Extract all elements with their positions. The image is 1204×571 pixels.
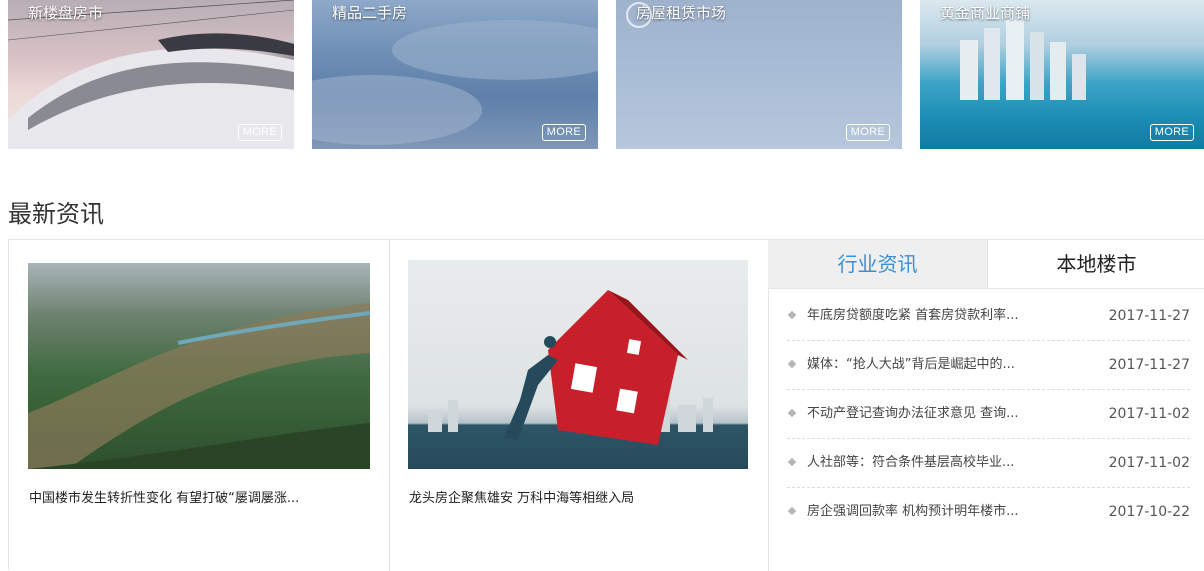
- banner-title: 精品二手房: [332, 4, 408, 22]
- news-headline[interactable]: 不动产登记查询办法征求意见 查询...: [807, 390, 1019, 438]
- news-headline[interactable]: 人社部等：符合条件基层高校毕业...: [807, 439, 1014, 487]
- skyline-image: [960, 20, 1086, 100]
- banner-second-hand[interactable]: 精品二手房 MORE: [312, 0, 598, 149]
- list-item[interactable]: 媒体：“抢人大战”背后是崛起中的... 2017-11-27: [787, 341, 1190, 390]
- news-headline[interactable]: 年底房贷额度吃紧 首套房贷款利率...: [807, 292, 1019, 340]
- diamond-bullet-icon: [787, 408, 797, 418]
- more-button[interactable]: MORE: [237, 124, 282, 141]
- diamond-bullet-icon: [787, 457, 797, 467]
- featured-card[interactable]: 龙头房企聚焦雄安 万科中海等相继入局: [389, 240, 769, 571]
- news-tabs: 行业资讯 本地楼市: [768, 240, 1204, 289]
- banner-commercial[interactable]: 黄金商业商铺 MORE: [920, 0, 1204, 149]
- news-date: 2017-11-27: [1108, 357, 1190, 373]
- diamond-bullet-icon: [787, 506, 797, 516]
- news-date: 2017-11-27: [1108, 308, 1190, 324]
- banner-title: 房屋租赁市场: [636, 4, 727, 22]
- tab-industry-news[interactable]: 行业资讯: [768, 240, 988, 288]
- list-item[interactable]: 人社部等：符合条件基层高校毕业... 2017-11-02: [787, 439, 1190, 488]
- list-item[interactable]: 年底房贷额度吃紧 首套房贷款利率... 2017-11-27: [787, 292, 1190, 341]
- news-list: 年底房贷额度吃紧 首套房贷款利率... 2017-11-27 媒体：“抢人大战”…: [787, 292, 1190, 536]
- news-headline[interactable]: 房企强调回款率 机构预计明年楼市...: [807, 488, 1019, 536]
- banner-new-homes[interactable]: 新楼盘房市 MORE: [8, 0, 294, 149]
- house-illustration-image: [408, 260, 748, 469]
- tab-local-market[interactable]: 本地楼市: [988, 240, 1204, 288]
- news-date: 2017-11-02: [1108, 406, 1190, 422]
- list-item[interactable]: 不动产登记查询办法征求意见 查询... 2017-11-02: [787, 390, 1190, 439]
- news-headline[interactable]: 媒体：“抢人大战”背后是崛起中的...: [807, 341, 1015, 389]
- section-title: 最新资讯: [8, 200, 104, 228]
- diamond-bullet-icon: [787, 310, 797, 320]
- aerial-city-image: [28, 263, 370, 469]
- list-item[interactable]: 房企强调回款率 机构预计明年楼市... 2017-10-22: [787, 488, 1190, 536]
- featured-caption[interactable]: 龙头房企聚焦雄安 万科中海等相继入局: [409, 487, 634, 506]
- featured-card[interactable]: 中国楼市发生转折性变化 有望打破“屡调屡涨...: [9, 240, 390, 571]
- more-button[interactable]: MORE: [541, 124, 586, 141]
- news-date: 2017-11-02: [1108, 455, 1190, 471]
- news-panel: 中国楼市发生转折性变化 有望打破“屡调屡涨... 龙头房企聚焦雄安 万科中海等相…: [8, 239, 1204, 571]
- featured-caption[interactable]: 中国楼市发生转折性变化 有望打破“屡调屡涨...: [29, 487, 299, 506]
- banner-title: 黄金商业商铺: [940, 4, 1031, 22]
- more-button[interactable]: MORE: [1149, 124, 1194, 141]
- more-button[interactable]: MORE: [845, 124, 890, 141]
- diamond-bullet-icon: [787, 359, 797, 369]
- tabs-divider: [768, 288, 1204, 289]
- banner-title: 新楼盘房市: [28, 4, 104, 22]
- news-date: 2017-10-22: [1108, 504, 1190, 520]
- banner-rental[interactable]: 房屋租赁市场 MORE: [616, 0, 902, 149]
